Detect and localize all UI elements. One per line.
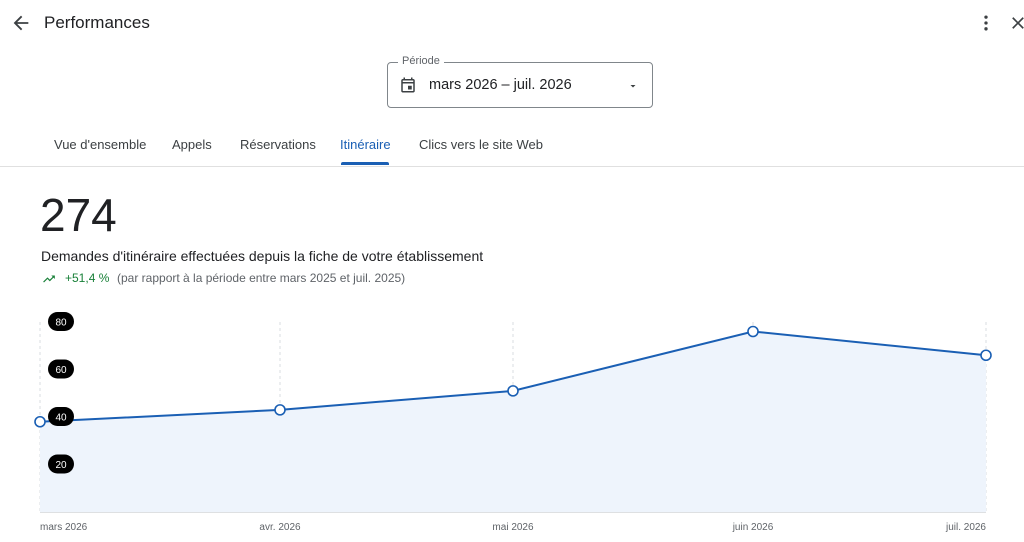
trend-change: +51,4 %: [65, 271, 110, 285]
x-tick-label: avr. 2026: [259, 522, 301, 533]
period-value: mars 2026 – juil. 2026: [429, 77, 572, 93]
close-icon[interactable]: [1008, 13, 1024, 33]
data-point: [507, 385, 519, 397]
tab-bar: Vue d'ensemble Appels Réservations Itiné…: [0, 130, 1024, 167]
tab-bookings[interactable]: Réservations: [240, 130, 316, 165]
tab-calls[interactable]: Appels: [172, 130, 212, 165]
top-bar: Performances: [0, 0, 1024, 46]
page-title: Performances: [44, 13, 150, 32]
data-point: [980, 349, 992, 362]
y-tick-text: 20: [55, 460, 67, 471]
data-point: [274, 404, 286, 416]
x-tick-label: juil. 2026: [945, 522, 986, 533]
more-vert-icon[interactable]: [976, 13, 996, 33]
active-tab-indicator: [341, 162, 389, 165]
dropdown-caret-icon: [630, 85, 636, 88]
y-tick-text: 80: [55, 318, 67, 329]
arrow-back-icon[interactable]: [10, 12, 32, 34]
y-tick-label: 20: [48, 454, 74, 474]
data-point: [34, 415, 46, 428]
period-select[interactable]: Période mars 2026 – juil. 2026: [387, 55, 653, 108]
metric-description: Demandes d'itinéraire effectuées depuis …: [41, 248, 484, 264]
y-tick-label: 40: [48, 407, 74, 426]
trend-comparison: (par rapport à la période entre mars 202…: [117, 271, 406, 285]
tab-website-clicks[interactable]: Clics vers le site Web: [419, 130, 543, 165]
trending-up-icon: [43, 275, 55, 283]
directions-area-chart: 80 60 40 20 mars 2026 avr. 2026 mai 2026 juin 2…: [34, 312, 992, 533]
tab-directions[interactable]: Itinéraire: [340, 130, 391, 165]
x-tick-label: mai 2026: [492, 522, 534, 533]
calendar-icon: [401, 77, 415, 93]
metric-value: 274: [40, 189, 117, 241]
period-label: Période: [398, 55, 444, 67]
y-tick-text: 40: [55, 413, 67, 424]
y-tick-label: 80: [48, 312, 74, 331]
tab-overview[interactable]: Vue d'ensemble: [54, 130, 146, 165]
x-tick-label: juin 2026: [732, 522, 774, 533]
y-tick-text: 60: [55, 365, 67, 376]
x-tick-label: mars 2026: [40, 522, 88, 533]
y-tick-label: 60: [48, 359, 74, 379]
data-point: [747, 325, 759, 338]
